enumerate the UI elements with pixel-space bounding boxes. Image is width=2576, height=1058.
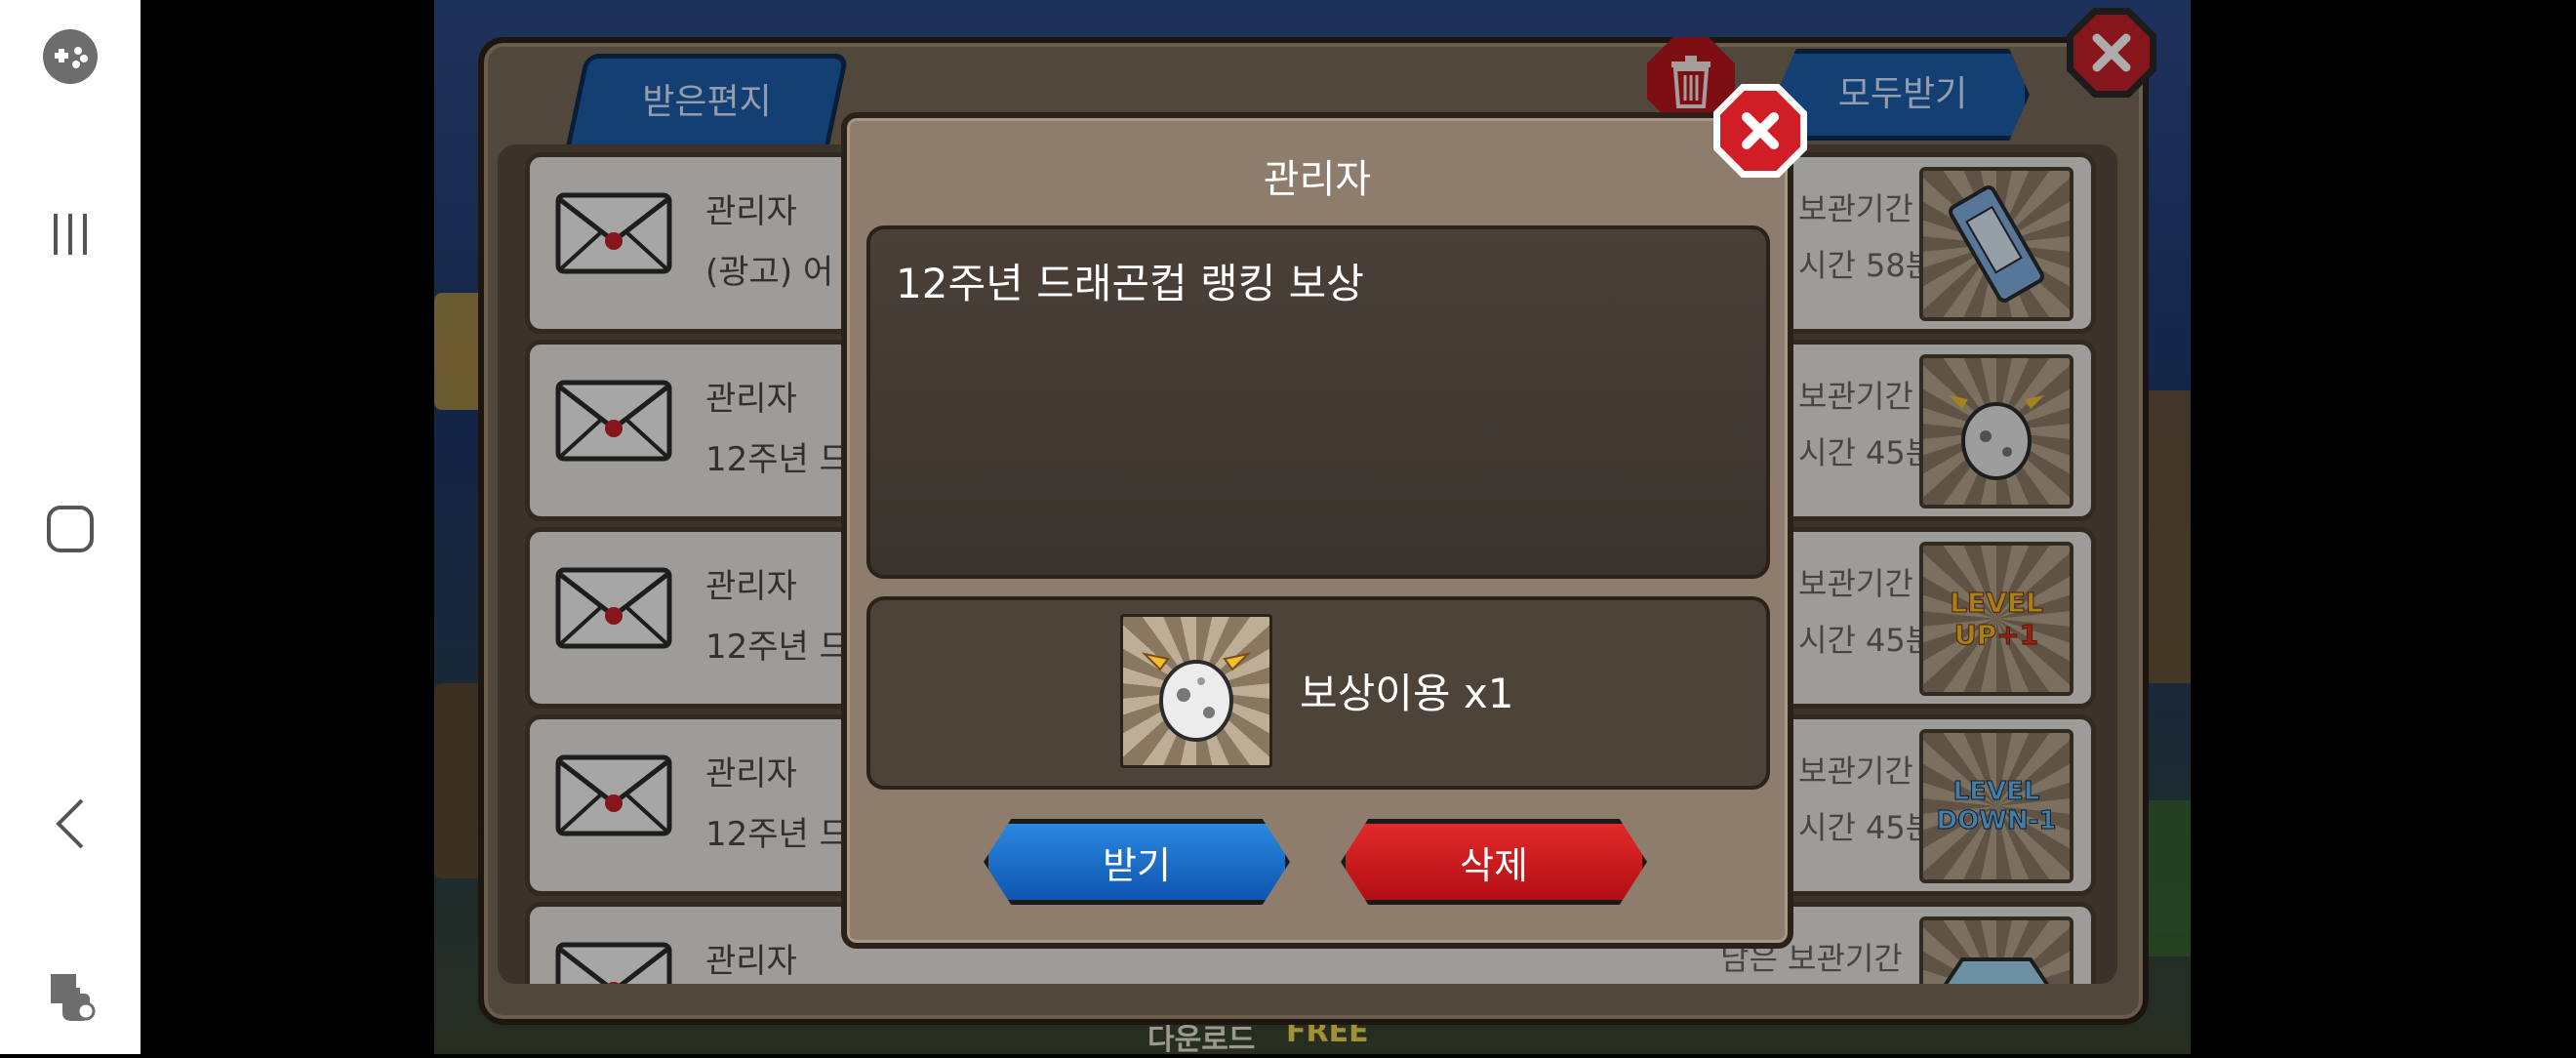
receive-button[interactable]: 받기 — [984, 819, 1290, 905]
reward-label: 보상이용 x1 — [1300, 670, 1514, 717]
message-box: 12주년 드래곤컵 랭킹 보상 — [866, 225, 1770, 579]
home-icon[interactable] — [35, 494, 105, 564]
back-icon[interactable] — [35, 789, 105, 859]
mail-detail-dialog: 관리자 12주년 드래곤컵 랭킹 보상 보상이용 x1 받기 삭제 — [841, 112, 1793, 949]
delete-button[interactable]: 삭제 — [1341, 819, 1647, 905]
dialog-close-button[interactable] — [1713, 84, 1807, 178]
delete-button-label: 삭제 — [1460, 843, 1528, 887]
reward-box: 보상이용 x1 — [866, 596, 1770, 790]
dragon-egg-icon — [1120, 614, 1272, 768]
message-text: 12주년 드래곤컵 랭킹 보상 — [896, 260, 1364, 307]
gamepad-icon[interactable] — [35, 21, 105, 92]
receive-button-label: 받기 — [1103, 843, 1171, 887]
accessibility-icon[interactable] — [35, 960, 105, 1031]
close-icon — [1742, 112, 1779, 149]
system-nav-bar — [0, 0, 141, 1054]
recent-apps-icon[interactable] — [35, 199, 105, 269]
dialog-title: 관리자 — [1263, 157, 1372, 202]
